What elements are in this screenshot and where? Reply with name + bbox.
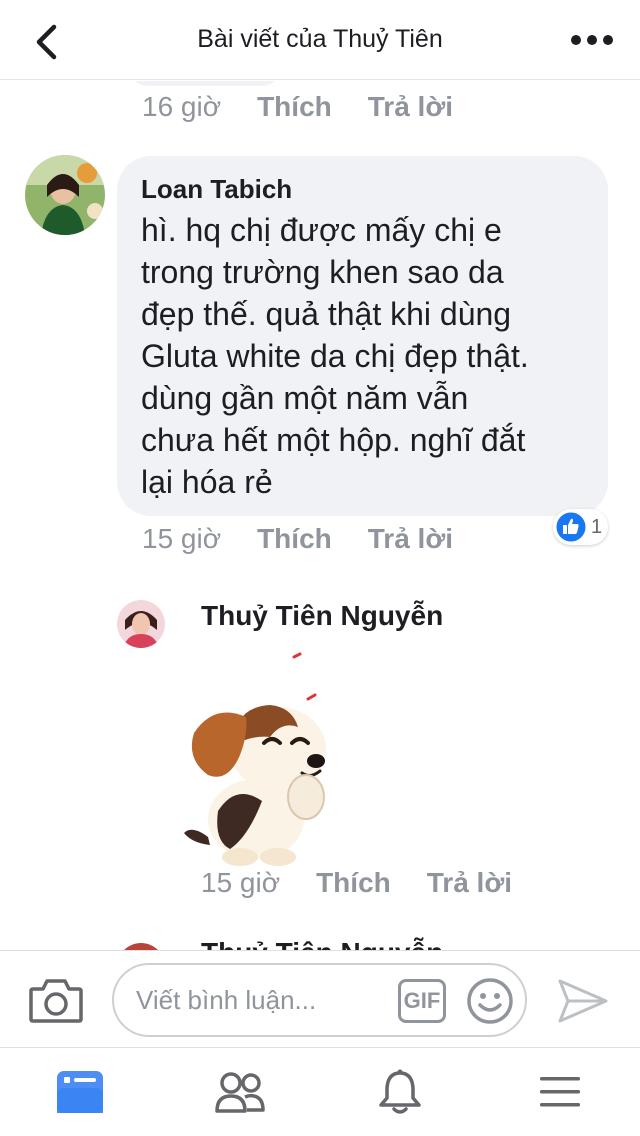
reply-link[interactable]: Trả lời — [427, 867, 512, 899]
comment-actions: 15 giờ Thích Trả lời — [142, 523, 453, 555]
like-link[interactable]: Thích — [257, 523, 332, 555]
more-options-button[interactable] — [570, 28, 614, 52]
like-link[interactable]: Thích — [257, 91, 332, 123]
reaction-badge[interactable]: 1 — [553, 509, 609, 545]
previous-comment-bubble — [130, 81, 280, 86]
chevron-left-icon — [36, 24, 57, 60]
send-arrow-icon — [558, 979, 608, 1023]
reply-actions: 15 giờ Thích Trả lời — [201, 867, 512, 899]
reaction-count: 1 — [591, 515, 603, 538]
more-dots-icon — [571, 35, 613, 45]
dog-sticker-icon — [184, 652, 383, 866]
page-title: Bài viết của Thuỷ Tiên — [197, 25, 443, 53]
user-photo-icon — [25, 155, 105, 235]
news-feed-icon — [57, 1071, 103, 1113]
camera-button[interactable] — [28, 977, 84, 1025]
camera-icon — [29, 979, 83, 1023]
reply-link[interactable]: Trả lời — [368, 523, 453, 555]
tab-menu[interactable] — [480, 1048, 640, 1136]
comment-bubble[interactable]: Loan Tabich hì. hq chị được mấy chị e tr… — [117, 156, 608, 516]
reply-author[interactable]: Thuỷ Tiên Nguyễn — [201, 600, 443, 632]
top-bar: Bài viết của Thuỷ Tiên — [0, 0, 640, 80]
comment-input[interactable] — [136, 981, 376, 1019]
tab-news-feed[interactable] — [0, 1048, 160, 1136]
comment-composer: GIF — [0, 950, 640, 1048]
reply-link[interactable]: Trả lời — [368, 91, 453, 123]
comment-time: 16 giờ — [142, 91, 222, 122]
notifications-bell-icon — [379, 1069, 421, 1114]
avatar[interactable] — [25, 155, 105, 235]
user-photo-icon — [117, 600, 165, 648]
comment-time: 15 giờ — [142, 523, 222, 554]
back-button[interactable] — [26, 22, 66, 62]
comment-input-box[interactable]: GIF — [112, 963, 527, 1037]
bottom-tab-bar — [0, 1048, 640, 1136]
emoji-button[interactable] — [466, 977, 514, 1025]
comment-author[interactable]: Loan Tabich — [141, 174, 584, 205]
reply-avatar[interactable] — [117, 600, 165, 648]
next-reply-avatar[interactable] — [117, 943, 165, 950]
like-reaction-icon — [555, 511, 587, 543]
smiley-icon — [467, 978, 513, 1024]
next-reply-author[interactable]: Thuỷ Tiên Nguyễn — [201, 937, 443, 950]
previous-comment-actions: 16 giờ Thích Trả lời — [142, 91, 453, 123]
tab-friends[interactable] — [160, 1048, 320, 1136]
like-link[interactable]: Thích — [316, 867, 391, 899]
dog-sticker[interactable] — [170, 651, 383, 871]
comment-time: 15 giờ — [201, 867, 281, 898]
send-button[interactable] — [556, 977, 610, 1025]
menu-icon — [540, 1077, 580, 1107]
comments-feed[interactable]: 16 giờ Thích Trả lời Loan Tabich hì. hq … — [0, 81, 640, 950]
comment-text: hì. hq chị được mấy chị e trong trường k… — [141, 212, 529, 500]
gif-button[interactable]: GIF — [398, 979, 446, 1023]
friends-icon — [215, 1072, 265, 1113]
tab-notifications[interactable] — [320, 1048, 480, 1136]
